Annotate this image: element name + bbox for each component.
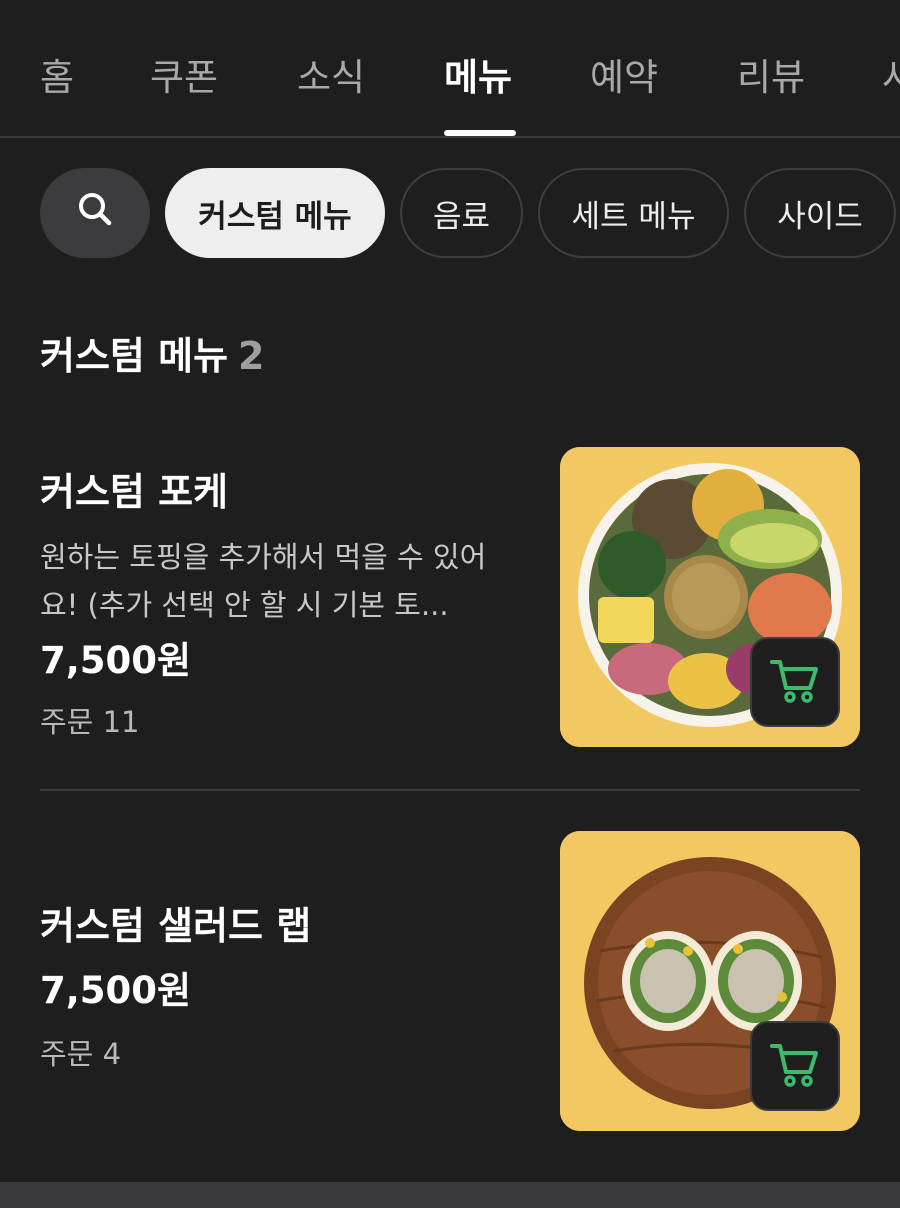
item-name: 커스텀 샐러드 랩	[40, 904, 312, 948]
menu-item-custom-poke[interactable]: 커스텀 포케 원하는 토핑을 추가해서 먹을 수 있어요! (추가 선택 안 할…	[0, 447, 900, 747]
tab-coupon[interactable]: 쿠폰	[150, 52, 218, 104]
top-tab-bar: 홈 쿠폰 소식 메뉴 예약 리뷰 사	[0, 0, 900, 138]
tab-reservation[interactable]: 예약	[590, 52, 658, 104]
section-title: 커스텀 메뉴 2	[40, 328, 264, 384]
filter-chips: 커스텀 메뉴 음료 세트 메뉴 사이드	[0, 168, 900, 260]
section-count: 2	[238, 334, 265, 378]
add-to-cart-button[interactable]	[750, 637, 840, 727]
search-button[interactable]	[40, 168, 150, 258]
section-title-text: 커스텀 메뉴	[40, 334, 229, 378]
search-icon	[76, 190, 114, 236]
chip-side[interactable]: 사이드	[744, 168, 896, 258]
salad-wrap-photo[interactable]	[560, 831, 860, 1131]
item-price: 7,500원	[40, 969, 192, 1012]
item-description: 원하는 토핑을 추가해서 먹을 수 있어요! (추가 선택 안 할 시 기본 토…	[40, 540, 487, 622]
tab-menu[interactable]: 메뉴	[444, 52, 512, 104]
chip-drinks[interactable]: 음료	[400, 168, 523, 258]
tab-news[interactable]: 소식	[297, 52, 365, 104]
menu-item-custom-salad-wrap[interactable]: 커스텀 샐러드 랩 7,500원 주문 4	[0, 831, 900, 1131]
bottom-edge-bar	[0, 1182, 900, 1208]
tab-review[interactable]: 리뷰	[737, 52, 805, 104]
tab-home[interactable]: 홈	[40, 52, 74, 104]
active-tab-indicator	[444, 130, 516, 136]
chip-set-menu[interactable]: 세트 메뉴	[538, 168, 729, 258]
item-name: 커스텀 포케	[40, 470, 229, 514]
cart-icon	[769, 1040, 821, 1092]
add-to-cart-button[interactable]	[750, 1021, 840, 1111]
poke-bowl-photo[interactable]	[560, 447, 860, 747]
item-order-count: 주문 4	[40, 1037, 122, 1071]
item-order-count: 주문 11	[40, 705, 140, 739]
chip-custom-menu[interactable]: 커스텀 메뉴	[165, 168, 385, 258]
tab-partial[interactable]: 사	[882, 52, 900, 104]
cart-icon	[769, 656, 821, 708]
menu-page: 홈 쿠폰 소식 메뉴 예약 리뷰 사 커스텀 메뉴 음료 세트 메뉴 사이드 커…	[0, 0, 900, 1208]
item-divider	[40, 789, 860, 791]
item-price: 7,500원	[40, 639, 192, 682]
